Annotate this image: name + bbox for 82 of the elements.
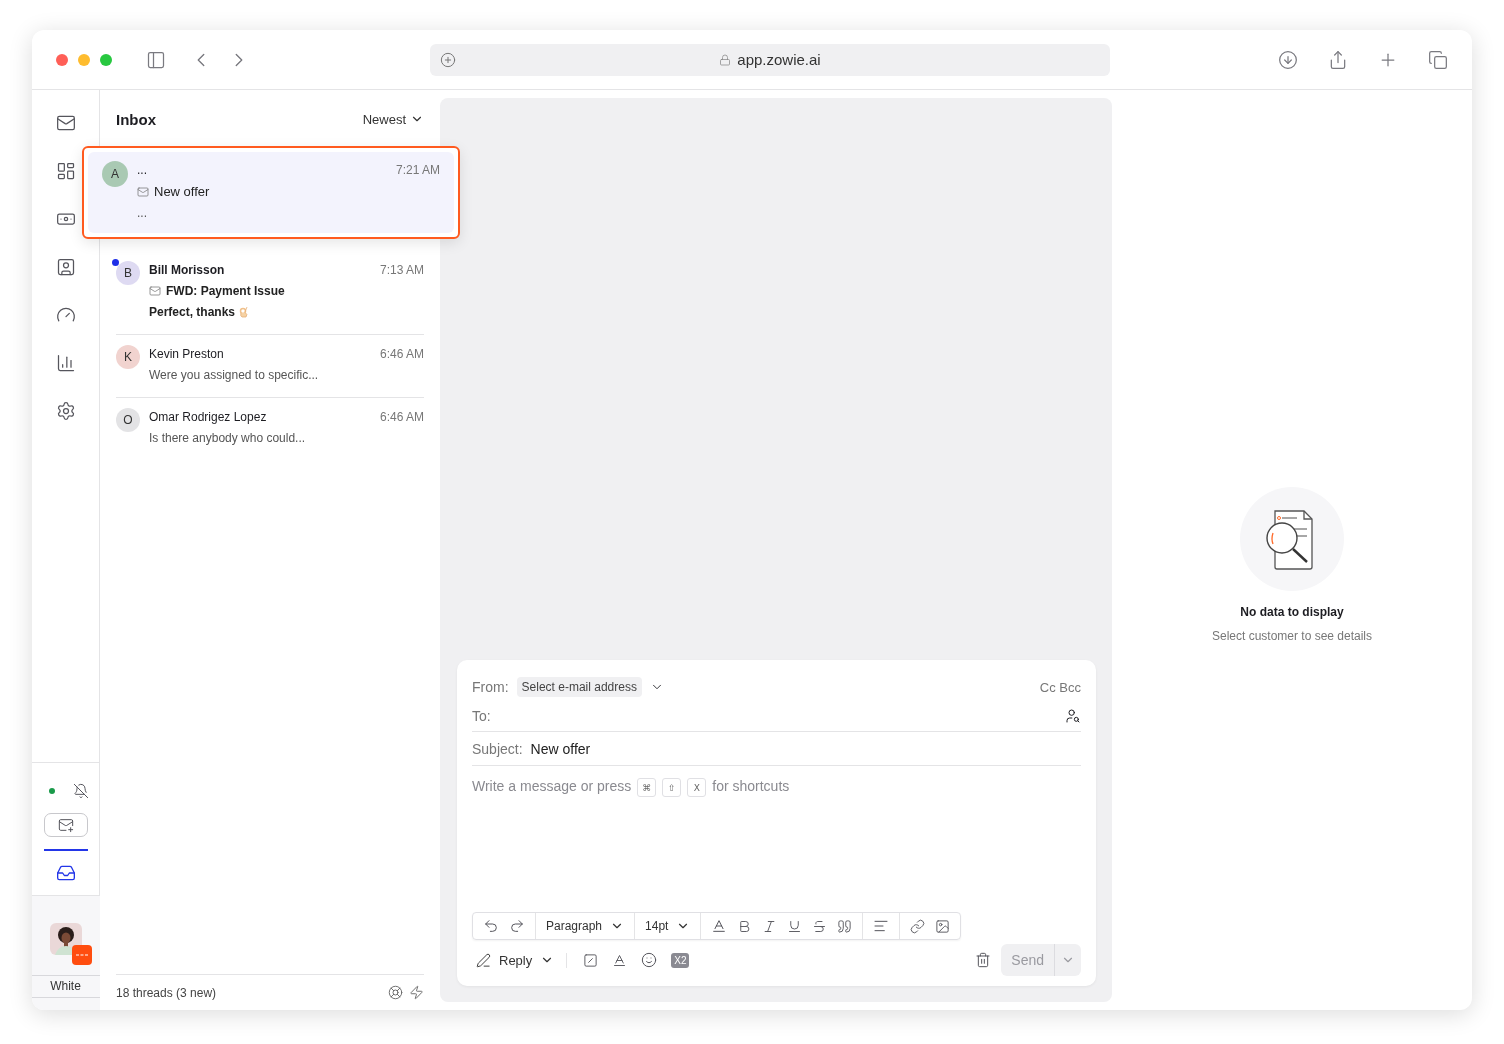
compose-button[interactable]: [43, 813, 88, 837]
message-placeholder: Write a message or press: [472, 778, 632, 794]
thread-preview: ...: [137, 206, 147, 220]
url-text: app.zowie.ai: [737, 51, 821, 68]
pen-icon: [476, 952, 491, 968]
subject-field[interactable]: New offer: [530, 740, 591, 757]
message-field[interactable]: Write a message or press ⌘ ⇧ X for shortcuts: [472, 766, 1081, 912]
lightning-icon[interactable]: [409, 985, 424, 1000]
download-icon[interactable]: [1278, 49, 1298, 70]
thread-preview: Is there anybody who could...: [149, 431, 306, 445]
block-style-dropdown[interactable]: Paragraph: [546, 919, 625, 933]
thread-preview: Perfect, thanks: [149, 305, 236, 319]
cc-bcc-link[interactable]: Cc Bcc: [1039, 679, 1081, 695]
thread-preview: Were you assigned to specific...: [149, 368, 319, 382]
status-badge: [71, 945, 92, 965]
empty-state-subtitle: Select customer to see details: [1211, 629, 1373, 643]
thread-time: 6:46 AM: [379, 410, 424, 424]
thread-time: 7:21 AM: [395, 163, 440, 177]
contact-icon[interactable]: [55, 257, 76, 277]
thread-subject: FWD: Payment Issue: [166, 284, 285, 298]
share-icon[interactable]: [1328, 49, 1348, 70]
bar-chart-icon[interactable]: [55, 353, 76, 373]
close-window-button[interactable]: [56, 53, 68, 66]
address-bar[interactable]: app.zowie.ai: [430, 43, 1110, 76]
dashboard-icon[interactable]: [55, 161, 76, 181]
empty-state-title: No data to display: [1240, 605, 1344, 619]
subject-label: Subject:: [472, 740, 523, 757]
underline-icon[interactable]: [787, 918, 803, 934]
sidebar-icon[interactable]: [146, 49, 166, 70]
settings-icon[interactable]: [55, 401, 76, 421]
trash-icon[interactable]: [975, 952, 992, 968]
shortcut-key: X: [687, 778, 707, 797]
inbox-title: Inbox: [116, 110, 156, 128]
thread-time: 6:46 AM: [379, 347, 424, 361]
sender-name: Bill Morisson: [149, 263, 225, 277]
thread-item[interactable]: O Omar Rodrigez Lopez 6:46 AM Is there anybody who could...: [116, 398, 424, 460]
reply-dropdown[interactable]: Reply: [472, 952, 568, 968]
shortcut-key: ⌘: [637, 778, 657, 797]
envelope-icon: [149, 285, 161, 297]
redo-icon[interactable]: [509, 918, 525, 934]
thread-count: 18 threads (3 new): [116, 985, 217, 1000]
avatar: B: [116, 261, 140, 285]
to-label: To:: [472, 707, 491, 724]
inbox-icon: [55, 863, 76, 883]
add-icon: [440, 51, 456, 68]
quote-icon[interactable]: [837, 918, 853, 934]
user-name: White: [32, 975, 100, 998]
help-icon[interactable]: [388, 985, 403, 1000]
text-color-icon[interactable]: [612, 952, 628, 968]
emoji-icon[interactable]: [641, 952, 658, 968]
sender-name: ...: [137, 163, 147, 177]
thread-item[interactable]: A ... 7:21 AM New offer ...: [82, 146, 460, 239]
avatar: K: [116, 345, 140, 369]
bell-off-icon[interactable]: [72, 783, 89, 799]
message-placeholder: for shortcuts: [712, 778, 790, 794]
text-color-icon[interactable]: [711, 918, 728, 934]
envelope-icon: [137, 185, 149, 198]
thread-item[interactable]: K Kevin Preston 6:46 AM Were you assigned to specific...: [116, 335, 424, 398]
mail-icon[interactable]: [55, 113, 76, 133]
undo-icon[interactable]: [483, 918, 499, 934]
tabs-icon[interactable]: [1428, 49, 1448, 70]
thread-time: 7:13 AM: [379, 263, 424, 277]
slash-command-icon[interactable]: [583, 952, 599, 968]
font-size-dropdown[interactable]: 14pt: [645, 919, 691, 933]
align-left-icon[interactable]: [873, 918, 890, 934]
image-icon[interactable]: [935, 918, 951, 934]
shortcut-key: ⇧: [662, 778, 682, 797]
strikethrough-icon[interactable]: [812, 918, 828, 934]
mail-plus-icon: [57, 817, 74, 833]
sender-name: Kevin Preston: [149, 347, 224, 361]
lock-icon: [719, 53, 732, 66]
sort-dropdown[interactable]: Newest: [362, 111, 424, 127]
from-label: From:: [472, 679, 509, 695]
avatar: O: [116, 408, 140, 432]
link-icon[interactable]: [910, 918, 926, 934]
user-search-icon[interactable]: [1065, 707, 1081, 724]
avatar: A: [102, 161, 128, 187]
thread-subject: New offer: [154, 184, 210, 199]
thread-item[interactable]: B Bill Morisson 7:13 AM FWD: Payment Issue Perfect, thanks: [116, 251, 424, 335]
from-select[interactable]: Select e-mail address: [516, 677, 642, 697]
italic-icon[interactable]: [762, 918, 778, 934]
sender-name: Omar Rodrigez Lopez: [149, 410, 267, 424]
